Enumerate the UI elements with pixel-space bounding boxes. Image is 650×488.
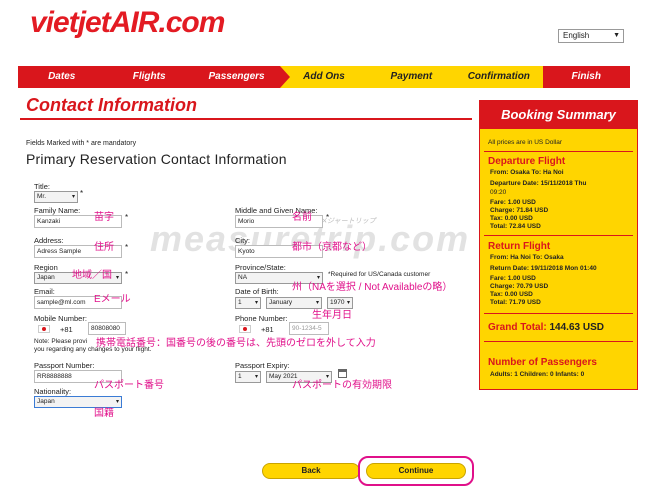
summary-divider [484,313,633,314]
chevron-down-icon: ▾ [254,300,258,306]
annotation-mobile: 携帯電話番号：国番号の後の番号は、先頭のゼロを外して入力 [96,338,376,349]
province-label: Province/State: [235,263,286,272]
address-label: Address: [34,236,64,245]
passengers-count: Adults: 1 Children: 0 Infants: 0 [490,371,585,378]
return-charge: Charge: 70.79 USD [490,283,549,290]
dob-day-select[interactable]: 1 ▾ [235,297,261,309]
annotation-region: 地域／国 [72,270,112,281]
chevron-down-icon: ▾ [71,194,75,200]
region-label: Region [34,263,58,272]
return-tax: Tax: 0.00 USD [490,291,533,298]
annotation-dob: 生年月日 [312,310,352,321]
chevron-down-icon: ▾ [115,399,119,405]
departure-fare: Fare: 1.00 USD [490,199,536,206]
required-star: * [125,213,129,222]
phone-country-code[interactable]: +81 [261,325,274,334]
mobile-label: Mobile Number: [34,314,87,323]
chevron-down-icon: ▾ [115,275,119,281]
summary-title: Booking Summary [480,101,637,129]
required-star: * [125,243,129,252]
annotation-nationality: 国籍 [94,408,114,419]
summary-divider [484,341,633,342]
chevron-down-icon: ▼ [613,32,620,39]
dob-label: Date of Birth: [235,287,279,296]
booking-steps: Dates Flights Passengers Add Ons Payment… [18,66,630,88]
annotation-middle: 名前 [292,212,312,223]
currency-note: All prices are in US Dollar [488,139,563,146]
back-button[interactable]: Back [262,463,360,479]
return-title: Return Flight [488,241,551,252]
email-label: Email: [34,287,55,296]
step-payment: Payment [367,66,456,88]
booking-summary: Booking Summary All prices are in US Dol… [479,100,638,390]
summary-divider [484,235,633,236]
mobile-note-1: Note: Please provi [34,338,88,345]
step-add-ons: Add Ons [280,66,368,88]
passport-expiry-label: Passport Expiry: [235,361,290,370]
title-divider [20,118,472,120]
japan-flag-icon [239,325,251,333]
title-label: Title: [34,182,50,191]
nationality-label: Nationality: [34,387,72,396]
return-route: From: Ha Noi To: Osaka [490,254,564,261]
step-flights: Flights [105,66,193,88]
grand-total: Grand Total: 144.63 USD [488,322,604,333]
return-fare: Fare: 1.00 USD [490,275,536,282]
return-date: Return Date: 19/11/2018 Mon 01:40 [490,265,597,272]
japan-flag-icon [38,325,50,333]
step-finish: Finish [542,66,630,88]
site-header: vietjetAIR.com English ▼ [0,0,650,62]
vietjet-logo[interactable]: vietjetAIR.com [30,6,225,40]
departure-tax: Tax: 0.00 USD [490,215,533,222]
step-dates: Dates [18,66,106,88]
step-confirmation: Confirmation [455,66,543,88]
annotation-expiry: パスポートの有効期限 [292,380,392,391]
departure-title: Departure Flight [488,156,566,167]
departure-date: Departure Date: 15/11/2018 Thu [490,180,587,187]
mandatory-note: Fields Marked with * are mandatory [26,140,137,147]
annotation-city: 都市（京都など） [292,242,372,253]
required-star: * [80,189,84,198]
departure-total: Total: 72.84 USD [490,223,541,230]
return-total: Total: 71.79 USD [490,299,541,306]
phone-input[interactable]: 90-1234-5 [289,322,329,335]
annotation-province: 州（NAを選択 / Not Availableの略） [292,282,453,293]
phone-label: Phone Number: [235,314,288,323]
passport-label: Passport Number: [34,361,95,370]
summary-divider [484,151,633,152]
expiry-day-select[interactable]: 1 ▾ [235,371,261,383]
required-star: * [125,270,129,279]
section-title: Primary Reservation Contact Information [26,151,287,167]
family-name-label: Family Name: [34,206,81,215]
departure-time: 09:20 [490,189,507,196]
required-star: * [326,213,330,222]
page-title: Contact Information [26,95,197,115]
passengers-title: Number of Passengers [488,357,597,368]
annotation-passport: パスポート番号 [94,380,164,391]
departure-route: From: Osaka To: Ha Noi [490,169,564,176]
mobile-country-code[interactable]: +81 [60,325,73,334]
step-passengers: Passengers [192,66,291,88]
departure-charge: Charge: 71.84 USD [490,207,549,214]
language-select[interactable]: English ▼ [558,29,624,43]
title-select[interactable]: Mr. ▾ [34,191,78,203]
city-label: City: [235,236,250,245]
annotation-family: 苗字 [94,212,114,223]
annotation-email: Eメール [94,294,131,305]
chevron-down-icon: ▾ [254,374,258,380]
continue-highlight [358,456,474,486]
annotation-address: 住所 [94,242,114,253]
